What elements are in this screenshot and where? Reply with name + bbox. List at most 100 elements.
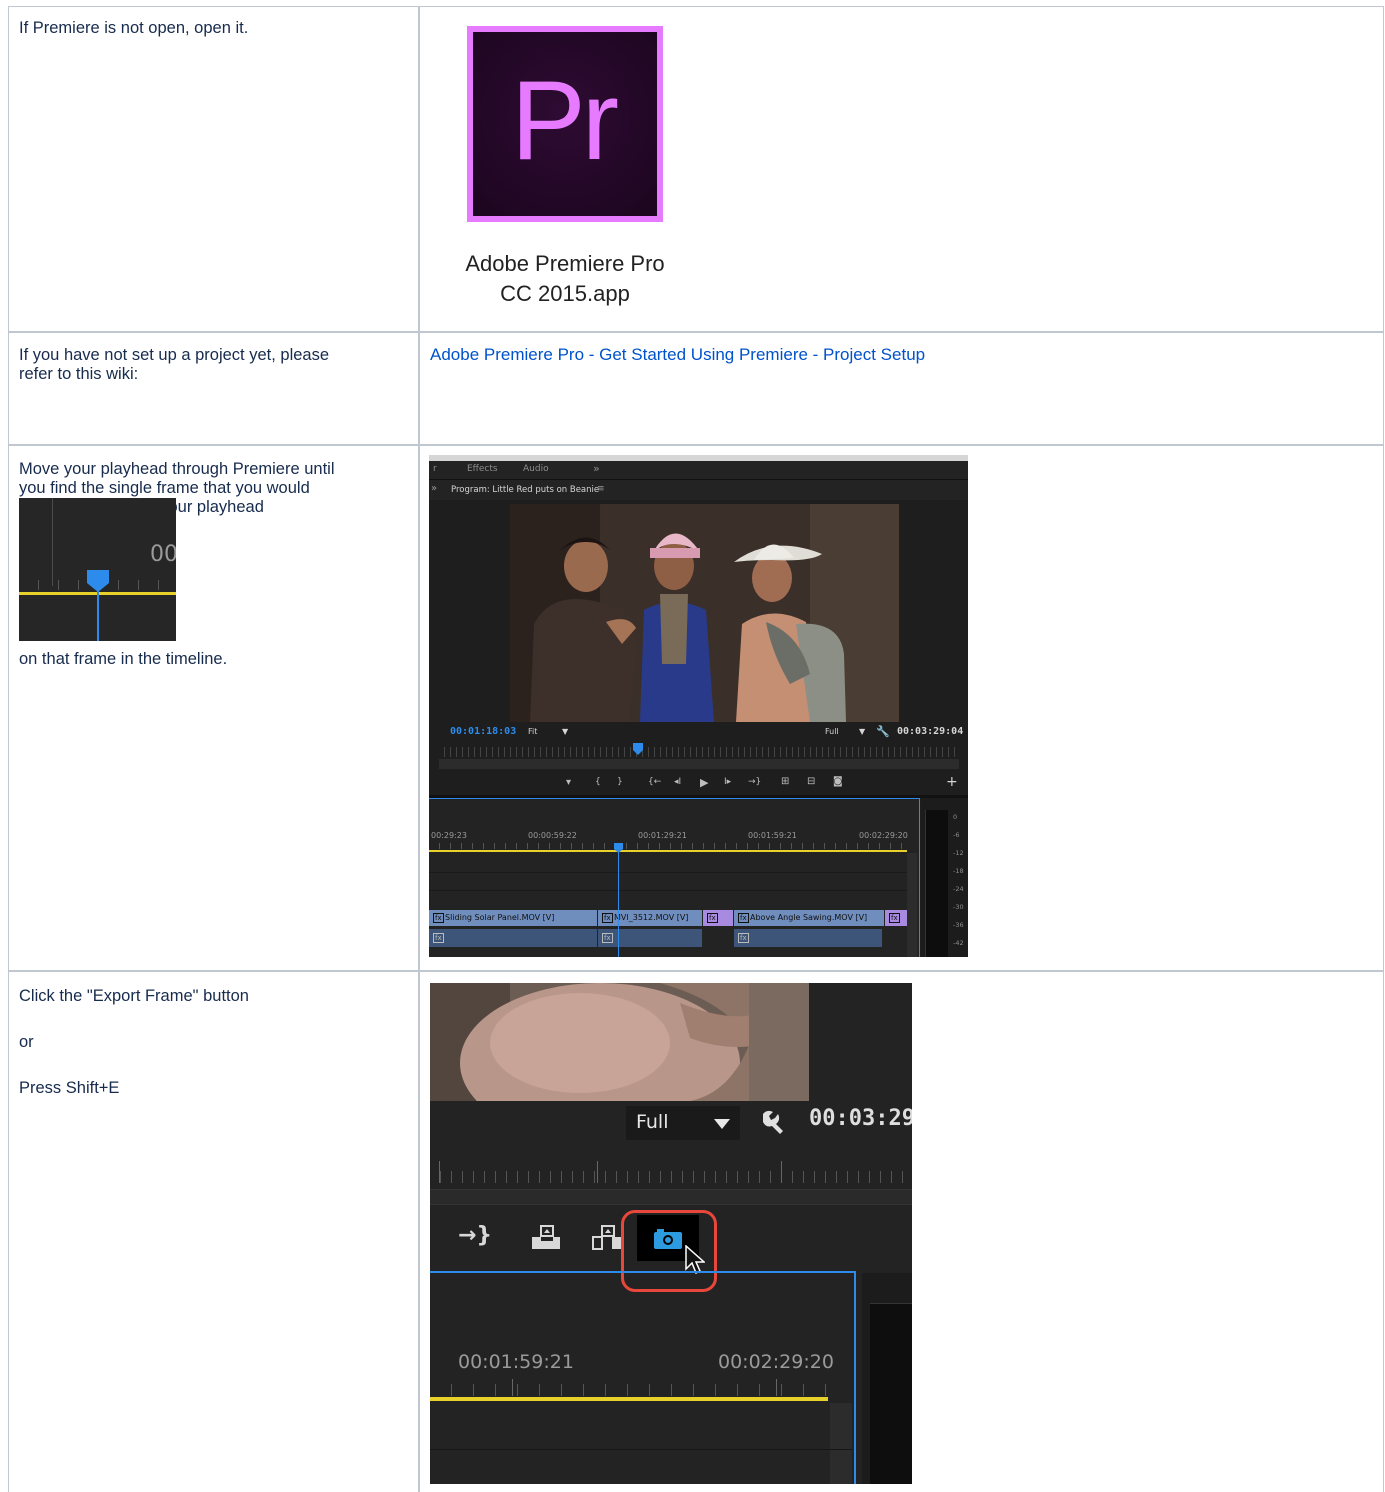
step-forward-button[interactable]: I▸	[724, 777, 731, 787]
clip-sliding-solar-panel[interactable]: fx Sliding Solar Panel.MOV [V]	[429, 910, 597, 926]
row3-instruction-line2: you find the single frame that you would	[19, 479, 310, 497]
duration-timecode: 00:03:29:04	[897, 726, 964, 737]
clip-fx-badge: fx	[738, 913, 749, 923]
button-editor-add-icon[interactable]: +	[946, 774, 958, 790]
timeline-panel: 00:29:23 00:00:59:22 00:01:29:21 00:01:5…	[429, 798, 920, 957]
lift-button[interactable]: ⊞	[781, 776, 789, 787]
row4-shortcut: Press Shift+E	[19, 1079, 120, 1097]
panel-tabs-bar: r Effects Audio »	[429, 461, 968, 480]
video-frame-people	[510, 504, 899, 722]
audio-meter-panel: 0 -6 -12 -18 -24 -30 -36 -42	[921, 798, 968, 957]
monitor-playhead-marker[interactable]	[633, 743, 643, 755]
panel-tab-effects[interactable]: Effects	[467, 464, 498, 474]
audio-clip-2[interactable]: fx	[598, 929, 702, 947]
panel-tab-partial[interactable]: r	[433, 464, 437, 474]
camera-icon	[654, 1229, 682, 1249]
timeline-playhead-marker[interactable]	[614, 843, 623, 853]
row3-instruction-after: on that frame in the timeline.	[19, 650, 228, 668]
panel-tab-overflow[interactable]: »	[593, 462, 600, 475]
meter-label-30: -30	[953, 903, 964, 911]
export-frame-zoom-screenshot: Full 00:03:29 →} 00:01:59:21 00:02:29:20	[430, 983, 912, 1484]
fit-dropdown[interactable]: Fit	[528, 727, 537, 736]
wrench-icon[interactable]	[759, 1108, 785, 1134]
zoom-timeline-major-tick-2	[776, 1379, 777, 1396]
go-to-out-button[interactable]: →}	[748, 777, 761, 787]
full-dropdown[interactable]: Full	[825, 727, 839, 736]
panel-tab-audio[interactable]: Audio	[523, 464, 549, 474]
clip-fx-badge: fx	[707, 913, 718, 923]
full-dropdown[interactable]: Full	[626, 1106, 740, 1140]
zoom-ruler-ticks	[430, 1171, 912, 1183]
clip-mvi-3512[interactable]: fx MVI_3512.MOV [V]	[598, 910, 702, 926]
zoom-work-area-bar	[430, 1397, 828, 1401]
extract-button[interactable]: ⊟	[807, 776, 815, 787]
clip-fx-badge: fx	[433, 913, 444, 923]
clip-label: MVI_3512.MOV [V]	[614, 913, 689, 922]
timeline-tick-5: 00:02:29:20	[859, 831, 908, 840]
table-border-row1	[8, 331, 1384, 333]
zoom-timecode: 00:03:29	[809, 1106, 912, 1131]
video-crop	[430, 983, 809, 1101]
full-dropdown-label: Full	[636, 1111, 669, 1133]
fit-dropdown-arrow[interactable]: ▼	[562, 727, 568, 736]
clip-fx-purple[interactable]: fx	[703, 910, 733, 926]
timeline-work-area-bar	[429, 850, 907, 852]
audio-clip-1[interactable]: fx	[429, 929, 597, 947]
timeline-tick-2: 00:00:59:22	[528, 831, 577, 840]
meter-label-36: -36	[953, 921, 964, 929]
go-to-out-button[interactable]: →}	[458, 1223, 492, 1248]
zoom-timeline-scrollbar[interactable]	[830, 1403, 852, 1484]
monitor-mini-ruler	[439, 747, 959, 757]
timeline-ticks	[429, 843, 907, 849]
program-title: Program: Little Red puts on Beanie	[451, 485, 600, 495]
meter-label-12: -12	[953, 849, 964, 857]
clip-label: Sliding Solar Panel.MOV [V]	[445, 913, 555, 922]
monitor-timecode-bar: 00:01:18:03 Fit ▼ Full ▼ 🔧 00:03:29:04	[429, 724, 968, 742]
row2-instruction-line1: If you have not set up a project yet, pl…	[19, 346, 330, 364]
timeline-track-line-2	[429, 890, 907, 891]
app-icon-letters: Pr	[511, 58, 619, 183]
timeline-tick-3: 00:01:29:21	[638, 831, 687, 840]
thumb-playhead-marker	[87, 570, 109, 592]
full-dropdown-arrow[interactable]: ▼	[859, 727, 865, 736]
row1-instruction: If Premiere is not open, open it.	[19, 19, 249, 37]
clip-fx-badge: fx	[738, 933, 749, 943]
chevron-down-icon	[714, 1119, 730, 1129]
clip-above-angle-sawing[interactable]: fx Above Angle Sawing.MOV [V]	[734, 910, 884, 926]
program-video-frame	[510, 504, 899, 722]
mark-out-button[interactable]: }	[617, 777, 623, 787]
wrench-icon[interactable]: 🔧	[876, 725, 890, 738]
clip-purple-end[interactable]: fx	[885, 910, 907, 926]
mark-in-button[interactable]: {	[595, 777, 601, 787]
add-marker-button[interactable]: ▾	[566, 777, 571, 788]
clip-fx-badge: fx	[602, 913, 613, 923]
step-back-button[interactable]: ◂I	[674, 777, 681, 787]
row4-or: or	[19, 1033, 34, 1051]
table-border-row2	[8, 444, 1384, 446]
zoom-track-line-1	[430, 1449, 852, 1450]
project-setup-wiki-link[interactable]: Adobe Premiere Pro - Get Started Using P…	[430, 345, 925, 365]
play-button[interactable]: ▶	[700, 776, 708, 789]
premiere-pro-app-icon[interactable]: Pr	[467, 26, 663, 222]
camera-icon[interactable]: ◙	[833, 776, 843, 787]
audio-clip-3[interactable]: fx	[734, 929, 882, 947]
row4-instruction: Click the "Export Frame" button	[19, 987, 249, 1005]
zoom-timeline-tick-2: 00:02:29:20	[718, 1351, 834, 1373]
table-border-left	[8, 6, 9, 1492]
current-timecode[interactable]: 00:01:18:03	[450, 726, 516, 737]
left-chevron-icon[interactable]: »	[431, 483, 437, 494]
clip-fx-badge: fx	[433, 933, 444, 943]
video-crop-torso	[430, 983, 809, 1101]
timeline-scrollbar[interactable]	[907, 853, 917, 957]
program-menu-icon[interactable]: ≡	[597, 484, 605, 494]
playhead-thumbnail: 00	[19, 498, 176, 641]
table-border-middle	[418, 6, 420, 1492]
extract-icon[interactable]	[592, 1224, 622, 1250]
zoom-timeline-tick-1: 00:01:59:21	[458, 1351, 574, 1373]
meter-label-24: -24	[953, 885, 964, 893]
timeline-tick-4: 00:01:59:21	[748, 831, 797, 840]
transport-controls: ▾ { } {← ◂I ▶ I▸ →} ⊞ ⊟ ◙ +	[429, 773, 968, 793]
go-to-in-button[interactable]: {←	[648, 777, 661, 787]
lift-icon[interactable]	[531, 1224, 561, 1250]
app-name-line1: Adobe Premiere Pro	[465, 251, 665, 276]
